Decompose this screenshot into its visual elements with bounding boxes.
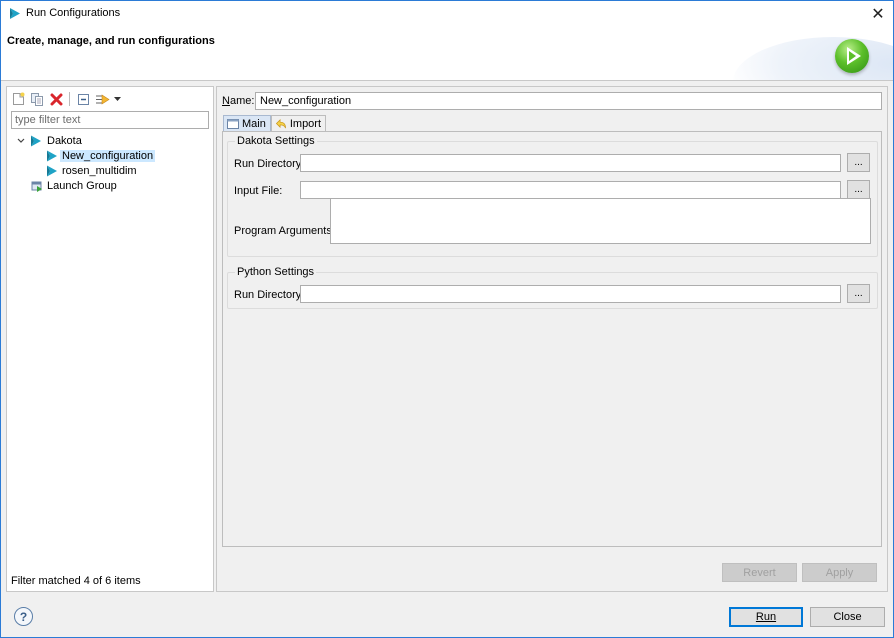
- python-run-directory-input[interactable]: [300, 285, 841, 303]
- tree-item-label: rosen_multidim: [62, 164, 137, 177]
- tree-item-label: New_configuration: [60, 149, 156, 162]
- name-label-mnemonic: N: [222, 95, 230, 107]
- apply-button[interactable]: Apply: [802, 563, 877, 582]
- banner-decoration: [733, 37, 893, 80]
- tree-item-launch-group[interactable]: Launch Group: [7, 178, 213, 193]
- configuration-tree: Dakota New_configuration rosen_multidim: [7, 133, 213, 193]
- chevron-down-icon[interactable]: [16, 136, 26, 146]
- apply-label: Apply: [825, 566, 854, 579]
- dakota-icon: [47, 165, 57, 176]
- run-button[interactable]: Run: [729, 607, 803, 627]
- config-tabs: Main Import: [223, 115, 327, 132]
- program-arguments-label: Program Arguments:: [234, 225, 335, 237]
- collapse-all-button[interactable]: [75, 91, 91, 107]
- group-title: Python Settings: [235, 266, 317, 278]
- duplicate-icon: [31, 93, 43, 106]
- main-tab-icon: [227, 119, 239, 129]
- help-button[interactable]: ?: [14, 607, 33, 626]
- dakota-settings-group: Dakota Settings Run Directory: ... Input…: [227, 135, 878, 257]
- name-label: Name:: [222, 95, 254, 107]
- config-toolbar: [10, 90, 122, 108]
- filter-configurations-button[interactable]: [94, 91, 110, 107]
- input-file-input[interactable]: [300, 181, 841, 199]
- new-configuration-button[interactable]: [10, 91, 26, 107]
- banner-heading: Create, manage, and run configurations: [7, 35, 215, 47]
- python-settings-group: Python Settings Run Directory: ...: [227, 266, 878, 309]
- name-label-rest: ame:: [229, 95, 255, 107]
- dakota-run-directory-input[interactable]: [300, 154, 841, 172]
- revert-button[interactable]: Revert: [722, 563, 797, 582]
- ellipsis-label: ...: [854, 183, 863, 195]
- filter-input[interactable]: [11, 111, 209, 129]
- delete-icon: [50, 93, 62, 105]
- ellipsis-label: ...: [854, 287, 863, 299]
- filter-status: Filter matched 4 of 6 items: [11, 575, 141, 587]
- window-title: Run Configurations: [26, 7, 121, 19]
- configuration-list-panel: Dakota New_configuration rosen_multidim: [6, 86, 214, 592]
- revert-label: Revert: [743, 566, 776, 579]
- dakota-icon: [31, 135, 41, 146]
- tab-import[interactable]: Import: [270, 115, 327, 132]
- delete-button[interactable]: [48, 91, 64, 107]
- name-input[interactable]: [255, 92, 882, 110]
- import-icon: [275, 119, 286, 129]
- tree-item-new-configuration[interactable]: New_configuration: [7, 148, 213, 163]
- run-configurations-dialog: Run Configurations ✕ Create, manage, and…: [0, 0, 894, 638]
- run-label: Run: [755, 611, 777, 623]
- title-bar: Run Configurations ✕: [1, 1, 893, 27]
- toolbar-separator: [69, 92, 70, 106]
- close-label: Close: [833, 611, 862, 623]
- program-arguments-input[interactable]: [330, 198, 871, 244]
- run-icon: [835, 39, 869, 73]
- tab-label: Main: [242, 118, 266, 130]
- tree-item-dakota[interactable]: Dakota: [7, 133, 213, 148]
- run-directory-label: Run Directory:: [234, 158, 305, 170]
- tree-item-label: Launch Group: [47, 179, 117, 192]
- new-config-icon: [12, 92, 24, 105]
- dakota-run-directory-browse-button[interactable]: ...: [847, 153, 870, 172]
- ellipsis-label: ...: [854, 156, 863, 168]
- input-file-label: Input File:: [234, 185, 283, 197]
- python-run-directory-browse-button[interactable]: ...: [847, 284, 870, 303]
- run-directory-label: Run Directory:: [234, 289, 305, 301]
- filter-icon: [95, 93, 110, 105]
- collapse-all-icon: [77, 93, 89, 105]
- dialog-banner: Create, manage, and run configurations: [1, 27, 893, 81]
- tree-item-label: Dakota: [47, 134, 82, 147]
- tab-main[interactable]: Main: [223, 115, 271, 132]
- launch-group-icon: [31, 181, 42, 192]
- configuration-editor-panel: Name: Main Import Dakota Settings R: [216, 86, 888, 592]
- dakota-app-icon: [10, 8, 20, 19]
- help-icon: ?: [19, 609, 28, 624]
- dropdown-arrow-icon: [114, 97, 121, 101]
- tree-item-rosen-multidim[interactable]: rosen_multidim: [7, 163, 213, 178]
- close-icon: ✕: [871, 6, 885, 23]
- main-tab-panel: Dakota Settings Run Directory: ... Input…: [222, 131, 882, 547]
- tab-label: Import: [289, 118, 322, 130]
- dakota-icon: [47, 150, 57, 161]
- input-file-browse-button[interactable]: ...: [847, 180, 870, 199]
- close-window-button[interactable]: ✕: [863, 1, 893, 27]
- close-button[interactable]: Close: [810, 607, 885, 627]
- view-menu-button[interactable]: [113, 91, 122, 107]
- duplicate-button[interactable]: [29, 91, 45, 107]
- group-title: Dakota Settings: [235, 135, 317, 147]
